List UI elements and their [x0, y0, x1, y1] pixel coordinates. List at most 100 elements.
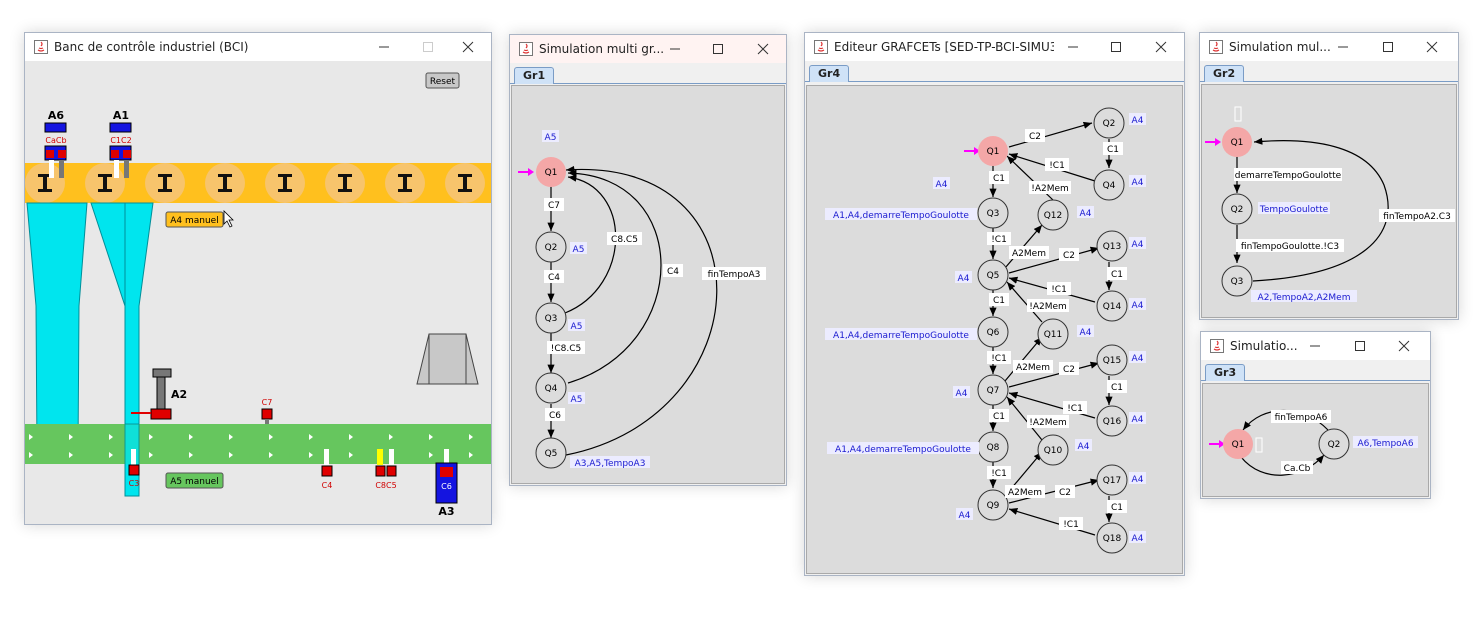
step-q1[interactable]: Q1	[978, 136, 1008, 166]
gr2-action-q3: A2,TempoA2,A2Mem	[1251, 290, 1357, 303]
maximize-icon[interactable]	[1105, 37, 1127, 57]
gr3-action-q2: A6,TempoA6	[1353, 436, 1418, 449]
svg-text:Q4: Q4	[545, 384, 558, 394]
transition-c8-c5[interactable]: C8.C5	[607, 232, 642, 245]
svg-text:demarreTempoGoulotte: demarreTempoGoulotte	[1235, 171, 1342, 181]
maximize-icon[interactable]	[1377, 37, 1399, 57]
tab-gr2[interactable]: Gr2	[1204, 65, 1245, 82]
reset-button[interactable]: Reset	[425, 72, 460, 89]
step-q4[interactable]: Q4	[1093, 169, 1125, 201]
transition-fintempoa3[interactable]: finTempoA3	[702, 267, 766, 280]
step-q5[interactable]: Q5	[535, 437, 567, 469]
svg-text:!C1: !C1	[1051, 285, 1067, 295]
transition-fintempogoulotte[interactable]: finTempoGoulotte.!C3	[1236, 239, 1344, 252]
tab-gr3[interactable]: Gr3	[1205, 364, 1246, 381]
svg-text:C7: C7	[548, 201, 560, 211]
svg-text:A4: A4	[958, 274, 970, 284]
step-q3[interactable]: Q3	[977, 197, 1009, 229]
svg-text:A4: A4	[1080, 328, 1092, 338]
minimize-icon[interactable]	[373, 37, 395, 57]
close-icon[interactable]	[1421, 37, 1443, 57]
step-q9[interactable]: Q9	[977, 489, 1009, 521]
step-q18[interactable]: Q18	[1096, 522, 1128, 554]
svg-text:C6: C6	[549, 411, 561, 421]
transition-demarretempogoulotte[interactable]: demarreTempoGoulotte	[1234, 168, 1342, 181]
svg-text:C2: C2	[1063, 365, 1075, 375]
svg-text:C1: C1	[1111, 383, 1123, 393]
gr1-titlebar[interactable]: Simulation multi gr...	[510, 35, 786, 63]
window-title: Simulatio...	[1230, 339, 1298, 353]
step-q3[interactable]: Q3	[535, 302, 567, 334]
svg-text:!C1: !C1	[1063, 520, 1079, 530]
transition-c6[interactable]: C6	[545, 408, 565, 421]
step-q4[interactable]: Q4	[535, 372, 567, 404]
gr1-action-q3: A5	[568, 319, 585, 332]
minimize-icon[interactable]	[664, 39, 686, 59]
conveyor	[25, 424, 491, 464]
step-q2[interactable]: Q2	[1093, 107, 1125, 139]
transition-fintempoa6[interactable]: finTempoA6	[1271, 410, 1331, 423]
step-q3[interactable]: Q3	[1221, 265, 1253, 297]
transition-c4-back[interactable]: C4	[663, 264, 683, 277]
svg-text:!C1: !C1	[991, 235, 1007, 245]
tab-gr4[interactable]: Gr4	[809, 65, 850, 82]
step-q15[interactable]: Q15	[1096, 344, 1128, 376]
svg-text:C1: C1	[993, 412, 1005, 422]
svg-text:!A2Mem: !A2Mem	[1031, 184, 1069, 194]
a5-manual-button[interactable]: A5 manuel	[165, 472, 224, 489]
gr1-action-q4: A5	[568, 392, 585, 405]
step-q2[interactable]: Q2	[1318, 428, 1350, 460]
step-q16[interactable]: Q16	[1096, 405, 1128, 437]
step-q8[interactable]: Q8	[977, 431, 1009, 463]
gr2-titlebar[interactable]: Simulation mul...	[1200, 33, 1458, 61]
step-q2[interactable]: Q2	[1221, 193, 1253, 225]
maximize-icon[interactable]	[707, 39, 729, 59]
step-q1[interactable]: Q1	[1222, 127, 1252, 157]
close-icon[interactable]	[1393, 336, 1415, 356]
minimize-icon[interactable]	[1062, 37, 1084, 57]
step-q1[interactable]: Q1	[1223, 429, 1253, 459]
gr2-window: Simulation mul... Gr2 Q1 Q2 Q3 TempoGoul…	[1199, 32, 1459, 320]
close-icon[interactable]	[457, 37, 479, 57]
close-icon[interactable]	[752, 39, 774, 59]
step-q14[interactable]: Q14	[1096, 290, 1128, 322]
transition-c4[interactable]: C4	[544, 270, 564, 283]
gr3-titlebar[interactable]: Simulatio...	[1201, 332, 1430, 360]
step-q6[interactable]: Q6	[977, 316, 1009, 348]
svg-text:C1: C1	[1111, 270, 1123, 280]
svg-text:A5: A5	[545, 133, 557, 143]
gr2-grafcet-canvas: Q1 Q2 Q3 TempoGoulotte A2,TempoA2,A2Mem …	[1201, 84, 1457, 318]
svg-text:A4: A4	[1132, 534, 1144, 544]
svg-text:Q15: Q15	[1103, 356, 1122, 366]
step-q13[interactable]: Q13	[1096, 230, 1128, 262]
transition-ca-cb[interactable]: Ca.Cb	[1281, 461, 1313, 474]
bci-titlebar[interactable]: Banc de contrôle industriel (BCI)	[25, 33, 491, 61]
maximize-icon[interactable]	[417, 37, 439, 57]
tab-strip: Gr2	[1200, 61, 1458, 82]
minimize-icon[interactable]	[1332, 37, 1354, 57]
transition-not-c8-c5[interactable]: !C8.C5	[547, 341, 585, 354]
step-q1[interactable]: Q1	[536, 157, 566, 187]
svg-text:A4 manuel: A4 manuel	[170, 216, 218, 226]
step-q10[interactable]: Q10	[1037, 434, 1069, 466]
transition-c7[interactable]: C7	[544, 198, 564, 211]
step-q12[interactable]: Q12	[1037, 199, 1069, 231]
svg-text:!C1: !C1	[1049, 161, 1065, 171]
tab-strip: Gr3	[1201, 360, 1430, 381]
svg-text:Q10: Q10	[1044, 446, 1063, 456]
maximize-icon[interactable]	[1349, 336, 1371, 356]
tab-gr1[interactable]: Gr1	[514, 67, 555, 84]
step-q5[interactable]: Q5	[977, 259, 1009, 291]
gr3-grafcet-canvas: Q1 Q2 A6,TempoA6 Ca.Cb finTempoA6	[1202, 383, 1429, 497]
svg-text:A4: A4	[959, 511, 971, 521]
step-q2[interactable]: Q2	[535, 231, 567, 263]
step-q17[interactable]: Q17	[1096, 464, 1128, 496]
minimize-icon[interactable]	[1304, 336, 1326, 356]
svg-text:finTempoA2.C3: finTempoA2.C3	[1383, 212, 1451, 222]
step-q11[interactable]: Q11	[1037, 318, 1069, 350]
transition-fintempoa2-c3[interactable]: finTempoA2.C3	[1379, 209, 1455, 222]
step-q7[interactable]: Q7	[977, 374, 1009, 406]
gr4-titlebar[interactable]: Editeur GRAFCETs [SED-TP-BCI-SIMU3...	[805, 33, 1184, 61]
close-icon[interactable]	[1150, 37, 1172, 57]
a4-manual-button[interactable]: A4 manuel	[165, 211, 224, 228]
